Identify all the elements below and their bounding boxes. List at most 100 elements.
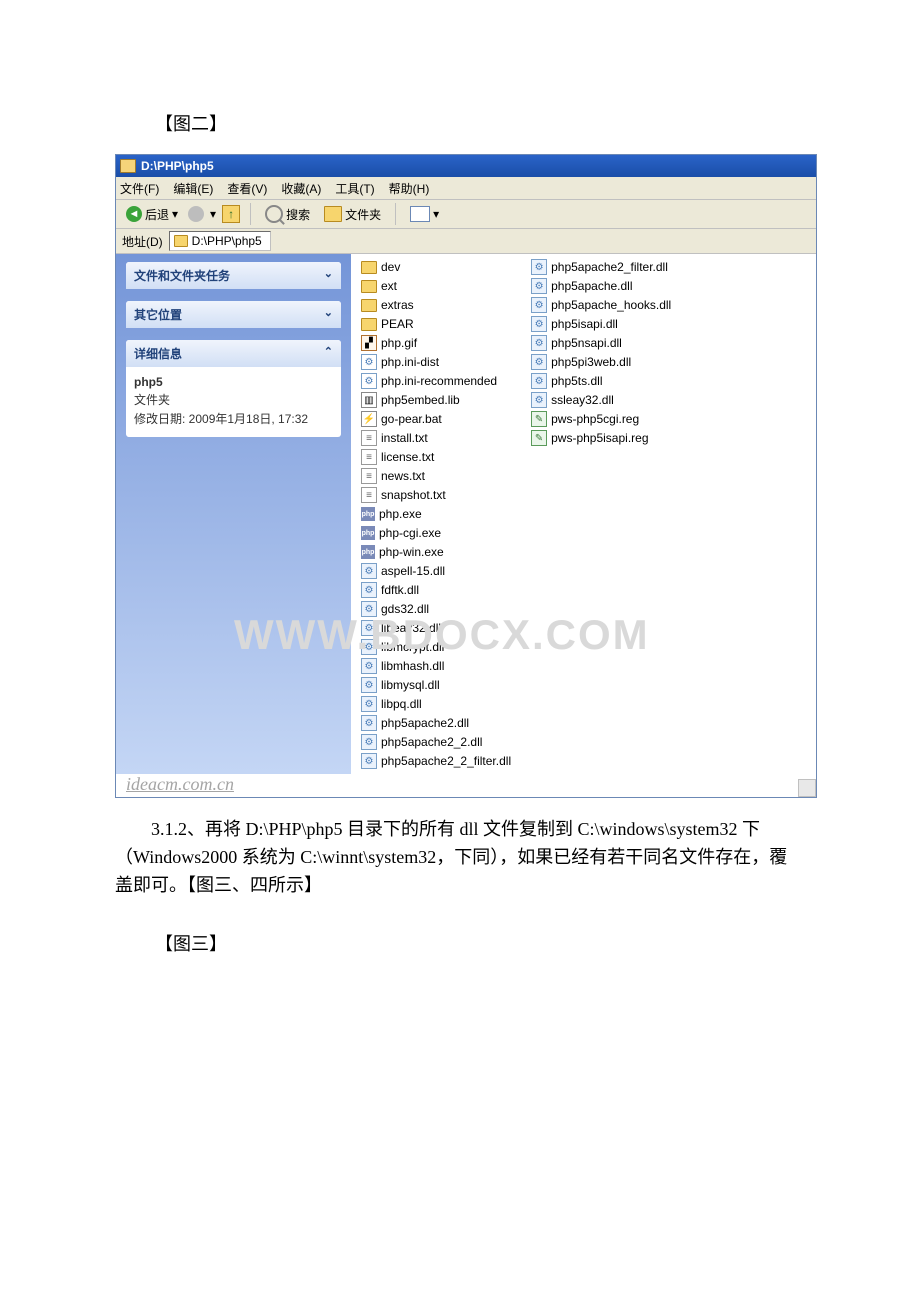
img-icon: ▞ xyxy=(361,335,377,351)
file-item[interactable]: phpphp.exe xyxy=(361,505,511,523)
body-paragraph: 3.1.2、再将 D:\PHP\php5 目录下的所有 dll 文件复制到 C:… xyxy=(115,816,805,900)
menu-favorites[interactable]: 收藏(A) xyxy=(281,180,321,197)
folder-icon xyxy=(174,235,188,247)
file-name: ext xyxy=(381,279,397,293)
separator xyxy=(250,203,251,225)
task-group-title: 详细信息 xyxy=(134,345,182,362)
dll-icon: ⚙ xyxy=(531,297,547,313)
file-item[interactable]: ⚙ssleay32.dll xyxy=(531,391,671,409)
address-label: 地址(D) xyxy=(122,233,163,250)
task-group-header[interactable]: 文件和文件夹任务 ⌄ xyxy=(126,262,341,289)
file-name: PEAR xyxy=(381,317,414,331)
dll-icon: ⚙ xyxy=(531,354,547,370)
file-item[interactable]: ⚙php5apache.dll xyxy=(531,277,671,295)
file-item[interactable]: ⚙php5nsapi.dll xyxy=(531,334,671,352)
toolbar: ◄ 后退 ▾ ▾ ↑ 搜索 文件夹 ▾ xyxy=(116,200,816,229)
file-item[interactable]: ⚙libpq.dll xyxy=(361,695,511,713)
file-item[interactable]: ⚙libmysql.dll xyxy=(361,676,511,694)
file-name: license.txt xyxy=(381,450,434,464)
explorer-window: D:\PHP\php5 文件(F) 编辑(E) 查看(V) 收藏(A) 工具(T… xyxy=(115,154,817,798)
address-path: D:\PHP\php5 xyxy=(192,234,262,248)
file-item[interactable]: ⚙php5apache2_2_filter.dll xyxy=(361,752,511,770)
file-name: php-cgi.exe xyxy=(379,526,441,540)
file-item[interactable]: ▞php.gif xyxy=(361,334,511,352)
file-item[interactable]: ≡ license.txt xyxy=(361,448,511,466)
file-column-1: devextextrasPEAR▞php.gif⚙php.ini-dist⚙ph… xyxy=(361,258,511,770)
file-item[interactable]: ⚙php5isapi.dll xyxy=(531,315,671,333)
dropdown-icon: ▾ xyxy=(433,207,439,221)
search-button[interactable]: 搜索 xyxy=(261,203,314,225)
file-name: news.txt xyxy=(381,469,425,483)
file-item[interactable]: phpphp-win.exe xyxy=(361,543,511,561)
file-item[interactable]: ⚙php5ts.dll xyxy=(531,372,671,390)
file-item[interactable]: ⚙libeay32.dll xyxy=(361,619,511,637)
figure-3-caption: 【图三】 xyxy=(155,930,805,956)
up-button[interactable]: ↑ xyxy=(222,205,240,223)
file-item[interactable]: ≡snapshot.txt xyxy=(361,486,511,504)
file-item[interactable]: ⚙ php5apache_hooks.dll xyxy=(531,296,671,314)
dropdown-icon: ▾ xyxy=(172,207,178,221)
address-bar: 地址(D) D:\PHP\php5 xyxy=(116,229,816,254)
text-icon: ≡ xyxy=(361,487,377,503)
folder-icon xyxy=(120,159,136,173)
file-name: pws-php5cgi.reg xyxy=(551,412,639,426)
file-item[interactable]: ▥php5embed.lib xyxy=(361,391,511,409)
figure-2-caption: 【图二】 xyxy=(155,110,805,136)
file-item[interactable]: ext xyxy=(361,277,511,295)
file-item[interactable]: ⚙gds32.dll xyxy=(361,600,511,618)
file-item[interactable]: ⚡go-pear.bat xyxy=(361,410,511,428)
window-titlebar[interactable]: D:\PHP\php5 xyxy=(116,155,816,177)
scroll-corner xyxy=(798,779,816,797)
dll-icon: ⚙ xyxy=(531,259,547,275)
views-button[interactable]: ▾ xyxy=(406,204,443,224)
text-icon: ≡ xyxy=(361,449,377,465)
back-button[interactable]: ◄ 后退 ▾ xyxy=(122,204,182,225)
file-name: php5apache_hooks.dll xyxy=(551,298,671,312)
dll-icon: ⚙ xyxy=(361,639,377,655)
file-item[interactable]: ⚙aspell-15.dll xyxy=(361,562,511,580)
folders-button[interactable]: 文件夹 xyxy=(320,204,385,225)
file-item[interactable]: PEAR xyxy=(361,315,511,333)
file-item[interactable]: ✎ pws-php5cgi.reg xyxy=(531,410,671,428)
file-item[interactable]: ⚙php5apache2_2.dll xyxy=(361,733,511,751)
task-group-header[interactable]: 详细信息 ⌃ xyxy=(126,340,341,367)
file-item[interactable]: ⚙php.ini-recommended xyxy=(361,372,511,390)
file-item[interactable]: ⚙php5apache2_filter.dll xyxy=(531,258,671,276)
menu-file[interactable]: 文件(F) xyxy=(120,180,159,197)
file-item[interactable]: ⚙libmhash.dll xyxy=(361,657,511,675)
file-item[interactable]: ⚙libmcrypt.dll xyxy=(361,638,511,656)
menu-view[interactable]: 查看(V) xyxy=(227,180,267,197)
file-item[interactable]: ⚙php5pi3web.dll xyxy=(531,353,671,371)
file-item[interactable]: ⚙php.ini-dist xyxy=(361,353,511,371)
file-name: fdftk.dll xyxy=(381,583,419,597)
file-item[interactable]: phpphp-cgi.exe xyxy=(361,524,511,542)
dll-icon: ⚙ xyxy=(361,582,377,598)
file-list-pane: devextextrasPEAR▞php.gif⚙php.ini-dist⚙ph… xyxy=(351,254,816,774)
dll-icon: ⚙ xyxy=(361,753,377,769)
reg-icon: ✎ xyxy=(531,430,547,446)
dll-icon: ⚙ xyxy=(531,373,547,389)
folder-icon xyxy=(324,206,342,222)
file-item[interactable]: ⚙php5apache2.dll xyxy=(361,714,511,732)
file-item[interactable]: ✎pws-php5isapi.reg xyxy=(531,429,671,447)
file-item[interactable]: extras xyxy=(361,296,511,314)
menu-tools[interactable]: 工具(T) xyxy=(335,180,374,197)
file-item[interactable]: ≡install.txt xyxy=(361,429,511,447)
reg-icon: ✎ xyxy=(531,411,547,427)
forward-button[interactable] xyxy=(188,206,204,222)
dropdown-icon[interactable]: ▾ xyxy=(210,207,216,221)
menu-help[interactable]: 帮助(H) xyxy=(389,180,430,197)
file-item[interactable]: dev xyxy=(361,258,511,276)
menu-edit[interactable]: 编辑(E) xyxy=(173,180,213,197)
file-name: php.exe xyxy=(379,507,422,521)
folder-icon xyxy=(361,299,377,312)
task-group-title: 其它位置 xyxy=(134,306,182,323)
text-icon: ≡ xyxy=(361,468,377,484)
task-group-header[interactable]: 其它位置 ⌄ xyxy=(126,301,341,328)
address-input[interactable]: D:\PHP\php5 xyxy=(169,231,271,251)
file-item[interactable]: ⚙ fdftk.dll xyxy=(361,581,511,599)
window-title: D:\PHP\php5 xyxy=(141,159,214,173)
file-item[interactable]: ≡ news.txt xyxy=(361,467,511,485)
dll-icon: ⚙ xyxy=(361,658,377,674)
back-label: 后退 xyxy=(145,206,169,223)
